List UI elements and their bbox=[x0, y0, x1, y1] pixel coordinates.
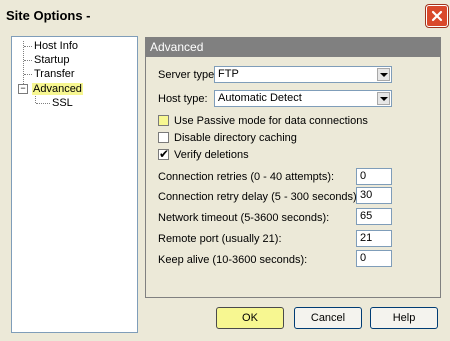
connection-retry-delay-input[interactable]: 30 bbox=[356, 187, 392, 204]
connection-retries-input[interactable]: 0 bbox=[356, 168, 392, 185]
tree-item-ssl[interactable]: SSL bbox=[52, 96, 73, 110]
network-timeout-input[interactable]: 65 bbox=[356, 208, 392, 225]
keep-alive-label: Keep alive (10-3600 seconds): bbox=[158, 254, 308, 266]
ok-button[interactable]: OK bbox=[216, 307, 284, 329]
help-button[interactable]: Help bbox=[370, 307, 438, 329]
remote-port-label: Remote port (usually 21): bbox=[158, 233, 282, 245]
title-bar[interactable]: Site Options - bbox=[0, 0, 450, 30]
connection-retries-label: Connection retries (0 - 40 attempts): bbox=[158, 171, 335, 183]
verify-deletions-label: Verify deletions bbox=[174, 149, 249, 161]
network-timeout-label: Network timeout (5-3600 seconds): bbox=[158, 212, 330, 224]
options-tree[interactable]: Host Info Startup Transfer − Advanced SS… bbox=[11, 36, 138, 333]
close-icon bbox=[431, 10, 443, 22]
server-type-label: Server type: bbox=[158, 69, 218, 81]
tree-item-transfer[interactable]: Transfer bbox=[34, 67, 75, 81]
close-button[interactable] bbox=[426, 5, 448, 27]
site-options-dialog: Site Options - Host Info Startup Transfe… bbox=[0, 0, 450, 341]
tree-connector bbox=[36, 103, 50, 104]
verify-deletions-checkbox[interactable]: ✔ bbox=[158, 147, 170, 161]
remote-port-input[interactable]: 21 bbox=[356, 230, 392, 247]
chevron-down-icon[interactable] bbox=[377, 92, 390, 105]
tree-item-label: Advanced bbox=[32, 83, 83, 95]
tree-item-label: SSL bbox=[52, 97, 73, 109]
advanced-panel: Advanced Server type: FTP Host type: Aut… bbox=[145, 37, 441, 298]
host-type-select[interactable]: Automatic Detect bbox=[214, 90, 392, 107]
checkmark-icon: ✔ bbox=[159, 147, 170, 161]
passive-mode-checkbox[interactable] bbox=[158, 115, 169, 126]
tree-item-label: Transfer bbox=[34, 68, 75, 80]
tree-item-label: Startup bbox=[34, 54, 70, 66]
cancel-button[interactable]: Cancel bbox=[294, 307, 362, 329]
keep-alive-input[interactable]: 0 bbox=[356, 250, 392, 267]
tree-connector bbox=[24, 60, 32, 61]
collapse-icon[interactable]: − bbox=[18, 84, 28, 94]
host-type-label: Host type: bbox=[158, 93, 208, 105]
tree-item-host-info[interactable]: Host Info bbox=[34, 39, 78, 53]
tree-item-advanced[interactable]: Advanced bbox=[32, 82, 83, 96]
chevron-down-icon[interactable] bbox=[377, 68, 390, 81]
panel-header: Advanced bbox=[146, 38, 440, 57]
tree-connector bbox=[24, 74, 32, 75]
passive-mode-label: Use Passive mode for data connections bbox=[174, 115, 368, 127]
window-title: Site Options - bbox=[6, 8, 91, 23]
server-type-value: FTP bbox=[218, 68, 239, 80]
connection-retry-delay-label: Connection retry delay (5 - 300 seconds)… bbox=[158, 191, 360, 203]
disable-caching-checkbox[interactable] bbox=[158, 132, 169, 143]
tree-item-label: Host Info bbox=[34, 40, 79, 52]
tree-item-startup[interactable]: Startup bbox=[34, 53, 69, 67]
server-type-select[interactable]: FTP bbox=[214, 66, 392, 83]
disable-caching-label: Disable directory caching bbox=[174, 132, 297, 144]
tree-connector bbox=[24, 46, 32, 47]
host-type-value: Automatic Detect bbox=[218, 92, 302, 104]
